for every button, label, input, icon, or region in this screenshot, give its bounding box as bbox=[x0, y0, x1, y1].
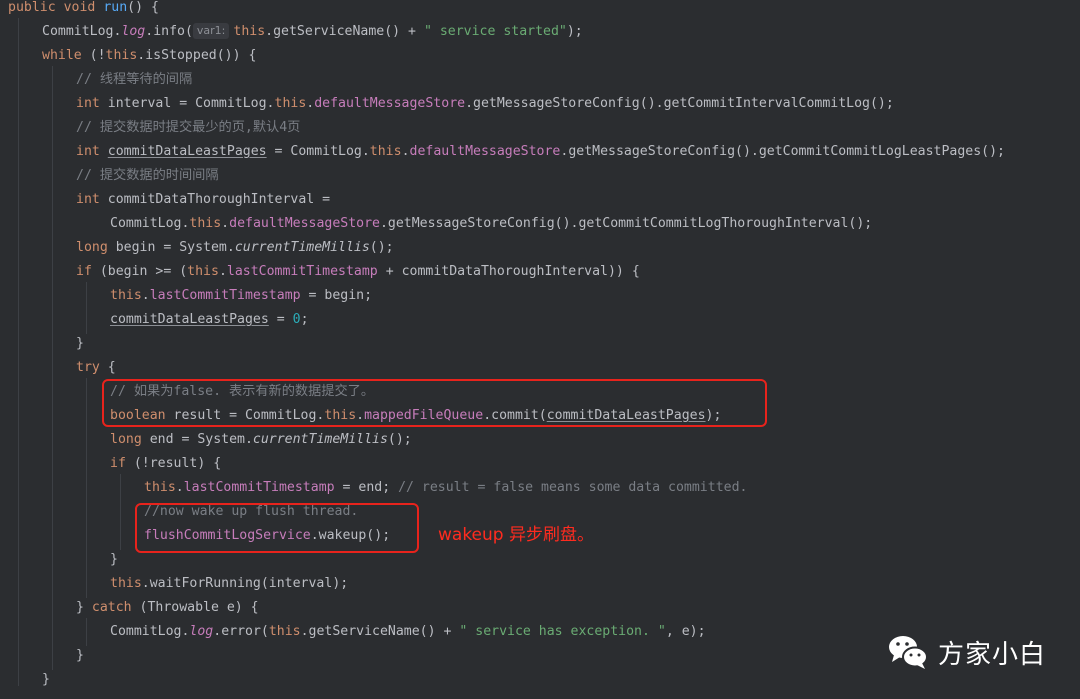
code-line: } bbox=[110, 552, 118, 567]
code-line: long end = System.currentTimeMillis(); bbox=[110, 432, 412, 447]
parameter-hint: var1: bbox=[192, 23, 230, 39]
indent-guide bbox=[120, 474, 121, 550]
code-line: CommitLog.log.error(this.getServiceName(… bbox=[110, 624, 706, 639]
indent-guide bbox=[86, 282, 87, 334]
code-line: this.lastCommitTimestamp = begin; bbox=[110, 288, 373, 303]
code-line: CommitLog.log.info(var1: this.getServiceN… bbox=[42, 23, 583, 39]
highlight-box-commit bbox=[102, 379, 767, 427]
wechat-icon bbox=[886, 632, 930, 672]
code-line: } bbox=[76, 336, 84, 351]
highlight-box-wakeup bbox=[135, 503, 419, 553]
code-comment: // 提交数据的时间间隔 bbox=[76, 168, 219, 183]
code-comment: // 提交数据时提交最少的页,默认4页 bbox=[76, 120, 301, 135]
code-line: } catch (Throwable e) { bbox=[76, 600, 259, 615]
code-line: commitDataLeastPages = 0; bbox=[110, 312, 309, 327]
code-editor[interactable]: public void run() { CommitLog.log.info(v… bbox=[0, 0, 1080, 699]
code-line: int interval = CommitLog.this.defaultMes… bbox=[76, 96, 894, 111]
watermark-text: 方家小白 bbox=[938, 639, 1047, 670]
indent-guide bbox=[18, 18, 19, 686]
code-line: } bbox=[42, 672, 50, 687]
code-line: CommitLog.this.defaultMessageStore.getMe… bbox=[110, 216, 873, 231]
indent-guide bbox=[86, 378, 87, 598]
indent-guide bbox=[52, 66, 53, 670]
code-line: long begin = System.currentTimeMillis(); bbox=[76, 240, 394, 255]
code-line: public void run() { bbox=[8, 0, 159, 15]
code-line: try { bbox=[76, 360, 116, 375]
annotation-label: wakeup 异步刷盘。 bbox=[438, 525, 594, 545]
code-line: if (begin >= (this.lastCommitTimestamp +… bbox=[76, 264, 640, 279]
code-line: this.waitForRunning(interval); bbox=[110, 576, 349, 591]
code-comment: // 线程等待的间隔 bbox=[76, 72, 193, 87]
code-line: this.lastCommitTimestamp = end; // resul… bbox=[144, 480, 748, 495]
indent-guide bbox=[86, 618, 87, 646]
watermark: 方家小白 bbox=[886, 630, 1046, 674]
code-line: int commitDataThoroughInterval = bbox=[76, 192, 331, 207]
code-line: } bbox=[76, 648, 84, 663]
code-line: int commitDataLeastPages = CommitLog.thi… bbox=[76, 144, 1005, 159]
code-line: while (!this.isStopped()) { bbox=[42, 48, 257, 63]
code-line: if (!result) { bbox=[110, 456, 222, 471]
